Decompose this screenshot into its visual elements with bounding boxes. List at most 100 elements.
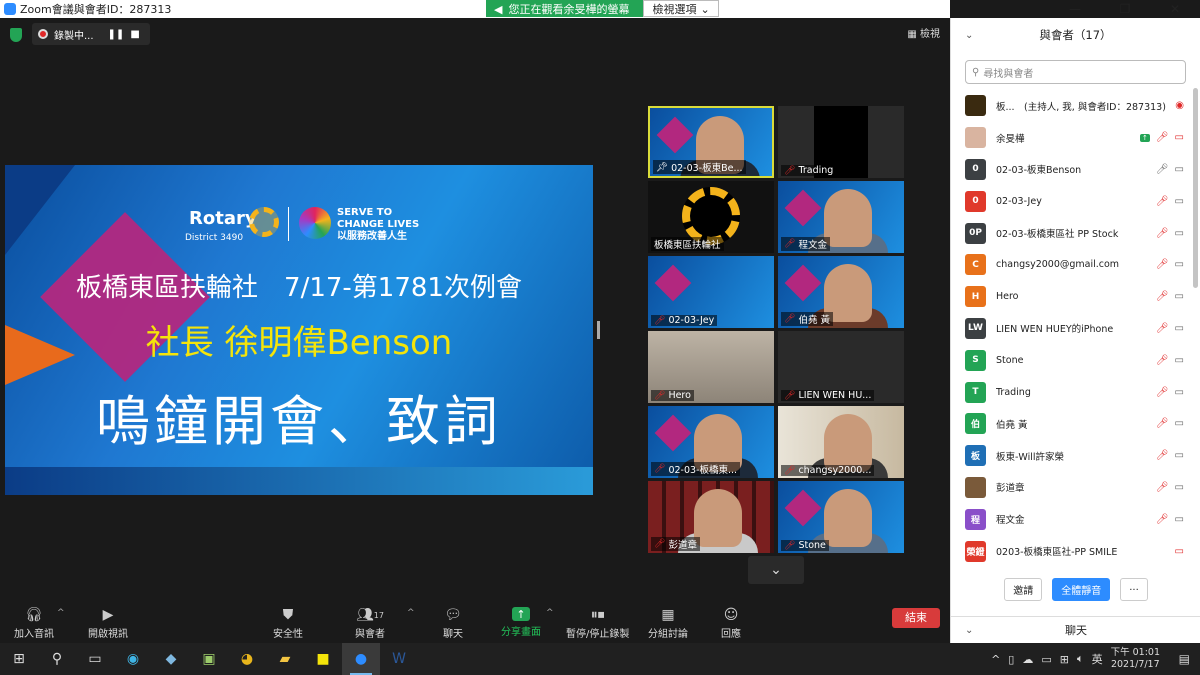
- video-tile[interactable]: 🎤︎ 02-03-板橋東...: [648, 406, 774, 478]
- edge-icon[interactable]: ◉: [114, 643, 152, 675]
- participant-row[interactable]: 彭道章 🎤︎ ▭: [951, 472, 1200, 504]
- collapse-chevron-icon[interactable]: ⌄: [965, 625, 973, 636]
- participant-row[interactable]: 0 02-03-板東Benson 🎤︎ ▭: [951, 154, 1200, 186]
- participant-row[interactable]: 板板東-Will許家榮 🎤︎ ▭: [951, 440, 1200, 472]
- participant-row[interactable]: T Trading 🎤︎ ▭: [951, 376, 1200, 408]
- tile-name-text: Stone: [798, 540, 826, 551]
- breakout-button[interactable]: ▦ 分組討論: [648, 607, 688, 640]
- video-tile[interactable]: 🎤︎ Stone: [778, 481, 904, 553]
- video-tile[interactable]: 🎤︎ LIEN WEN HU...: [778, 331, 904, 403]
- video-tile[interactable]: 🎤︎ 02-03-Jey: [648, 256, 774, 328]
- pause-recording-icon[interactable]: ❚❚: [108, 29, 125, 40]
- video-tile[interactable]: 🎤︎ 彭道章: [648, 481, 774, 553]
- participant-row[interactable]: S Stone 🎤︎ ▭: [951, 344, 1200, 376]
- battery-icon[interactable]: ▯: [1008, 653, 1014, 666]
- participant-row[interactable]: 榮鐙 0203-板橋東區社-PP SMILE ▭: [951, 535, 1200, 567]
- participant-row[interactable]: 余旻樺 ↑ 🎤︎ ▭: [951, 122, 1200, 154]
- participant-row[interactable]: 程程文金 🎤︎ ▭: [951, 503, 1200, 535]
- meeting-area: 錄製中... ❚❚ ■ ▦ 檢視 Rotary District 3490 SE…: [0, 18, 950, 605]
- participant-row[interactable]: Cchangsy2000@gmail.com 🎤︎ ▭: [951, 249, 1200, 281]
- participant-row[interactable]: 伯伯堯 黃 🎤︎ ▭: [951, 408, 1200, 440]
- participant-row[interactable]: 0 02-03-Jey 🎤︎ ▭: [951, 185, 1200, 217]
- start-icon[interactable]: ⊞: [0, 643, 38, 675]
- serve-line3: 以服務改善人生: [337, 231, 407, 242]
- tray-chevron-up-icon[interactable]: ^: [991, 653, 1000, 666]
- participant-row[interactable]: 板... (主持人, 我, 與會者ID：287313) ◉: [951, 90, 1200, 122]
- video-tile[interactable]: 板橋東區扶輪社: [648, 181, 774, 253]
- reactions-button[interactable]: ☺ 回應: [720, 607, 742, 640]
- mic-muted-icon: 🎤︎: [784, 465, 796, 476]
- stop-recording-icon[interactable]: ■: [130, 29, 139, 40]
- participant-status-icons: 🎤︎ ▭: [1156, 228, 1184, 239]
- avatar: 板: [965, 445, 986, 467]
- participant-status-icons: 🎤︎ ▭: [1156, 418, 1184, 429]
- audio-options-caret[interactable]: ^: [57, 608, 65, 618]
- video-tile[interactable]: 🎤︎ 程文金: [778, 181, 904, 253]
- video-tile[interactable]: 🎤︎ changsy2000...: [778, 406, 904, 478]
- cloud-icon[interactable]: ☁: [1022, 653, 1033, 666]
- display-icon[interactable]: ▭: [1041, 653, 1051, 666]
- zoom-taskbar-icon[interactable]: ●: [342, 643, 380, 675]
- maximize-icon[interactable]: ❐: [1100, 0, 1150, 18]
- join-audio-button[interactable]: 🎧︎ 加入音訊: [14, 607, 54, 640]
- ime-icon[interactable]: ⊞: [1060, 653, 1069, 666]
- mute-all-button[interactable]: 全體靜音: [1052, 578, 1111, 601]
- system-clock[interactable]: 下午 01:01 2021/7/17: [1111, 647, 1160, 671]
- record-control-button[interactable]: ⏸︎⏹︎ 暫停/停止錄製: [566, 607, 629, 640]
- mic-muted-icon: 🎤︎: [784, 239, 796, 249]
- avatar: H: [965, 286, 986, 308]
- app-icon[interactable]: ◆: [152, 643, 190, 675]
- notifications-icon[interactable]: ▤: [1179, 652, 1190, 666]
- photo-app-icon[interactable]: ▣: [190, 643, 228, 675]
- record-control-label: 暫停/停止錄製: [566, 629, 630, 640]
- participant-search-input[interactable]: ⚲ 尋找與會者: [965, 60, 1186, 84]
- ime-language-icon[interactable]: 英: [1092, 651, 1103, 667]
- share-options-caret[interactable]: ^: [546, 608, 554, 618]
- next-page-button[interactable]: ⌄: [748, 556, 804, 584]
- rotary-logo-text: Rotary: [189, 208, 257, 229]
- video-tile[interactable]: 🎤︎ Trading: [778, 106, 904, 178]
- chrome-icon[interactable]: ◕: [228, 643, 266, 675]
- security-button[interactable]: ⛊ 安全性: [273, 607, 303, 640]
- participant-scrollbar[interactable]: [1193, 88, 1198, 288]
- video-tile[interactable]: 📌︎ 02-03-板東Be...: [648, 106, 774, 178]
- tile-name-text: changsy2000...: [798, 465, 872, 476]
- participant-row[interactable]: 0P 02-03-板橋東區社 PP Stock 🎤︎ ▭: [951, 217, 1200, 249]
- resize-splitter[interactable]: [597, 321, 600, 339]
- video-tile[interactable]: 🎤︎ 伯堯 黃: [778, 256, 904, 328]
- end-meeting-button[interactable]: 結束: [892, 608, 940, 628]
- speaker-icon[interactable]: 🔈︎: [1077, 652, 1084, 666]
- sticky-notes-icon[interactable]: ■: [304, 643, 342, 675]
- word-icon[interactable]: W: [380, 643, 418, 675]
- file-explorer-icon[interactable]: ▰: [266, 643, 304, 675]
- invite-button[interactable]: 邀請: [1004, 578, 1043, 601]
- collapse-chevron-icon[interactable]: ⌄: [965, 30, 973, 41]
- district-text: District 3490: [185, 233, 244, 243]
- more-button[interactable]: ...: [1120, 578, 1148, 601]
- participants-label: 與會者: [355, 629, 385, 640]
- mic-muted-icon: 🎤︎: [654, 464, 666, 474]
- avatar: 伯: [965, 413, 986, 435]
- share-screen-label: 分享畫面: [501, 627, 541, 638]
- view-button[interactable]: ▦ 檢視: [907, 25, 940, 40]
- participants-button[interactable]: 👥︎ 17 與會者: [355, 607, 385, 640]
- chat-header[interactable]: ⌄ 聊天: [951, 616, 1200, 643]
- security-shield-icon[interactable]: [10, 28, 22, 42]
- view-options-button[interactable]: 檢視選項 ⌄: [643, 0, 719, 17]
- task-view-icon[interactable]: ▭: [76, 643, 114, 675]
- participant-row[interactable]: LW LIEN WEN HUEY的iPhone 🎤︎ ▭: [951, 313, 1200, 345]
- close-icon[interactable]: ✕: [1150, 0, 1200, 18]
- avatar: [965, 95, 986, 117]
- search-icon[interactable]: ⚲: [38, 643, 76, 675]
- mic-muted-icon: 🎤︎: [1155, 354, 1169, 366]
- share-banner-message: ◀ 您正在觀看余旻樺的螢幕: [486, 0, 644, 17]
- start-video-button[interactable]: ▶︎ 開啟視訊: [88, 607, 128, 640]
- participant-row[interactable]: H Hero 🎤︎ ▭: [951, 281, 1200, 313]
- video-tile[interactable]: 🎤︎ Hero: [648, 331, 774, 403]
- system-tray: ^ ▯ ☁ ▭ ⊞ 🔈︎ 英 下午 01:01 2021/7/17: [991, 643, 1160, 675]
- serve-line2: CHANGE LIVES: [337, 219, 420, 230]
- participants-caret[interactable]: ^: [407, 608, 415, 618]
- share-screen-button[interactable]: ↑ 分享畫面: [501, 607, 541, 638]
- minimize-icon[interactable]: —: [1050, 0, 1100, 18]
- chat-button[interactable]: 💬︎ 聊天: [442, 607, 464, 640]
